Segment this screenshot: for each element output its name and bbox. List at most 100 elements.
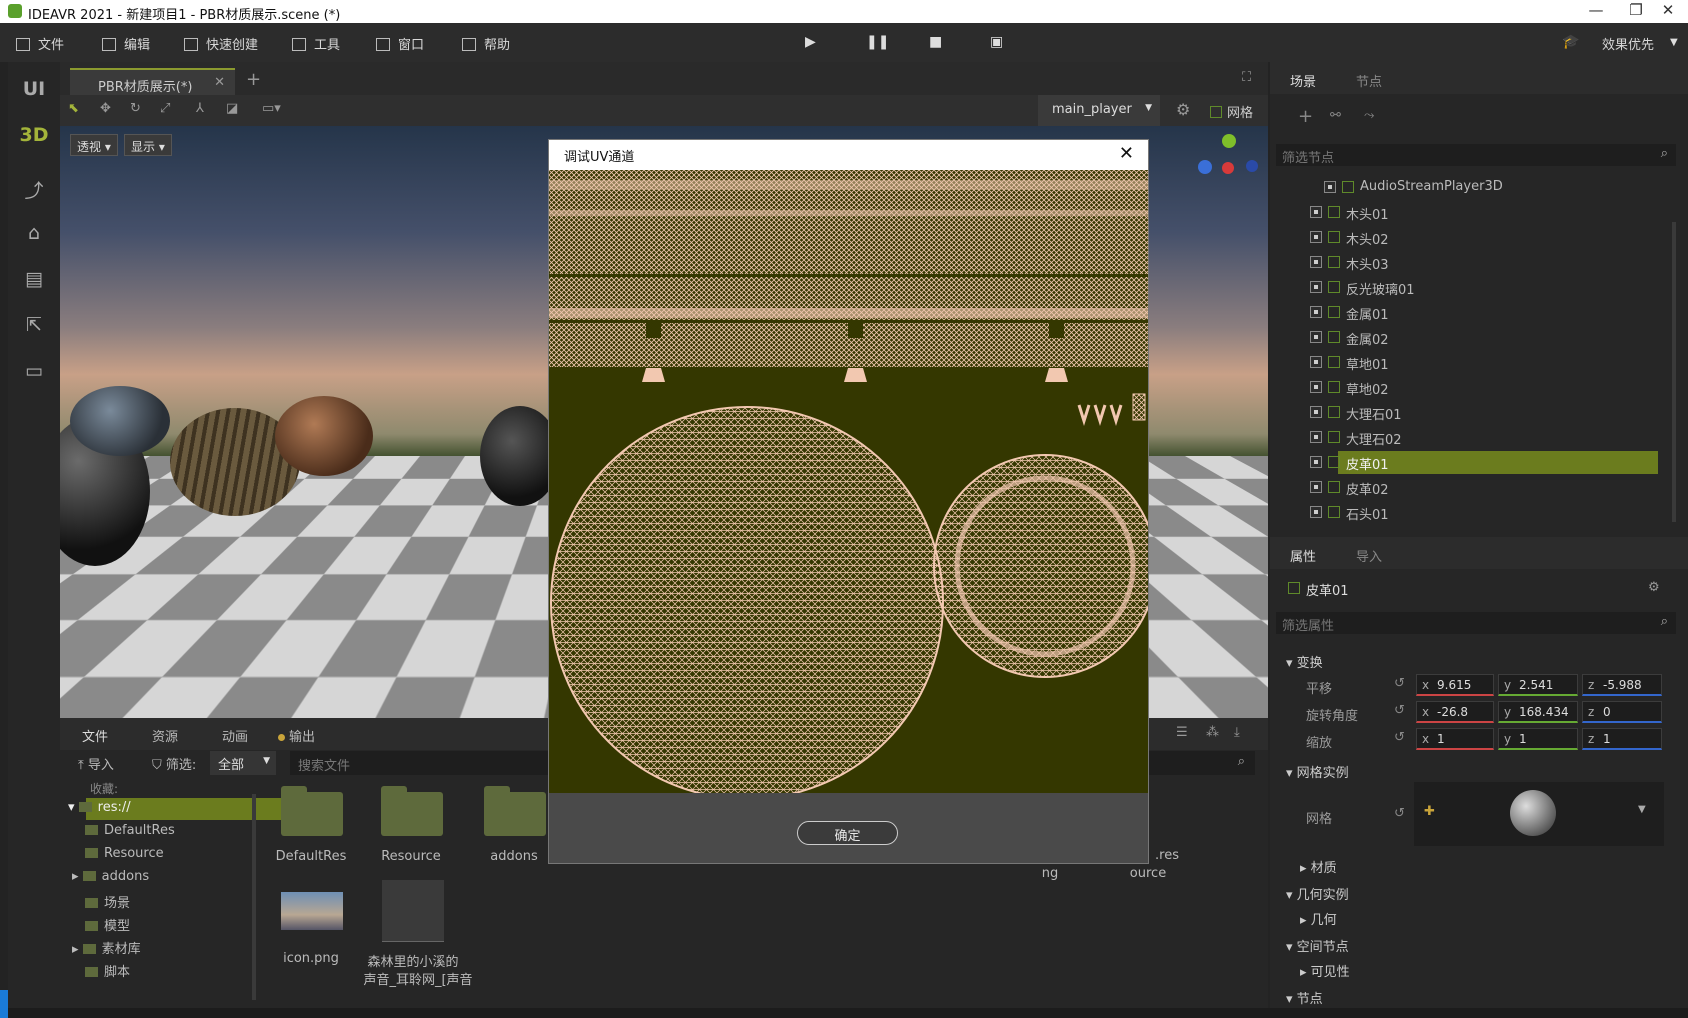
tab-node[interactable]: 节点 — [1356, 71, 1382, 90]
section-node[interactable]: ▾ 节点 — [1286, 988, 1323, 1007]
scene-tree-item[interactable]: 金属02 — [1270, 326, 1670, 349]
menu-window[interactable]: 窗口 — [376, 34, 424, 53]
scene-tree-item[interactable]: AudioStreamPlayer3D — [1270, 176, 1670, 199]
section-visibility[interactable]: ▸ 可见性 — [1300, 961, 1350, 980]
filter-select[interactable]: 全部 ▼ — [210, 751, 276, 775]
visibility-checkbox[interactable] — [1310, 306, 1322, 318]
search-icon[interactable]: ⌕ — [1661, 146, 1668, 161]
visibility-checkbox[interactable] — [1310, 206, 1322, 218]
store-icon[interactable]: ⌂ — [8, 222, 60, 244]
reset-icon[interactable]: ↺ — [1394, 730, 1405, 745]
scale-tool-icon[interactable]: ⤢ — [160, 101, 170, 116]
visibility-checkbox[interactable] — [1310, 456, 1322, 468]
tree-item-scenes[interactable]: 场景 — [85, 892, 130, 911]
tab-animation[interactable]: 动画 — [222, 726, 248, 745]
menu-quick-create[interactable]: 快速创建 — [184, 34, 258, 53]
3d-mode-button[interactable]: 3D — [8, 124, 60, 146]
reset-icon[interactable]: ↺ — [1394, 806, 1405, 821]
menu-tools[interactable]: 工具 — [292, 34, 340, 53]
tree-scrollbar[interactable] — [252, 794, 256, 1000]
rotate-x-field[interactable]: x -26.8 — [1416, 701, 1494, 723]
grid-view-icon[interactable]: ⁂ — [1206, 725, 1219, 740]
node-filter-input[interactable]: 筛选节点 ⌕ — [1276, 144, 1676, 166]
gizmo-neg-z-icon[interactable] — [1246, 160, 1258, 172]
scene-tree-item[interactable]: 反光玻璃01 — [1270, 276, 1670, 299]
import-button[interactable]: ⤒ 导入 — [78, 754, 114, 773]
movie-icon[interactable]: ▣ — [990, 34, 1003, 50]
scale-y-field[interactable]: y1 — [1498, 728, 1578, 750]
tree-item-scripts[interactable]: 脚本 — [85, 961, 130, 980]
reset-icon[interactable]: ↺ — [1394, 703, 1405, 718]
search-icon[interactable]: ⌕ — [1661, 614, 1668, 629]
visibility-checkbox[interactable] — [1310, 356, 1322, 368]
chevron-down-icon[interactable]: ▼ — [1638, 804, 1646, 815]
translate-x-field[interactable]: x 9.615 — [1416, 674, 1494, 696]
path-icon[interactable]: ⤴ — [8, 176, 60, 203]
select-tool-icon[interactable]: ⬉ — [68, 101, 79, 116]
gizmo-z-icon[interactable] — [1198, 160, 1212, 174]
quality-select[interactable]: 效果优先 — [1602, 34, 1654, 53]
scene-tree-item[interactable]: 草地01 — [1270, 351, 1670, 374]
gizmo-x-icon[interactable] — [1222, 162, 1234, 174]
add-node-icon[interactable]: + — [1298, 106, 1313, 127]
audio-thumbnail[interactable] — [382, 880, 444, 942]
sphere-wood-2[interactable] — [275, 396, 373, 476]
section-spatial[interactable]: ▾ 空间节点 — [1286, 936, 1349, 955]
visibility-checkbox[interactable] — [1310, 256, 1322, 268]
tab-import[interactable]: 导入 — [1356, 546, 1382, 565]
link-icon[interactable]: ⚯ — [1330, 108, 1341, 123]
section-geometry[interactable]: ▸ 几何 — [1300, 909, 1337, 928]
move-tool-icon[interactable]: ✥ — [100, 101, 111, 116]
scene-tree-item[interactable]: 大理石01 — [1270, 401, 1670, 424]
visibility-checkbox[interactable] — [1310, 506, 1322, 518]
rotate-y-field[interactable]: y 168.434 — [1498, 701, 1578, 723]
close-window-icon[interactable]: ✕ — [1648, 1, 1688, 23]
tab-pbr-scene[interactable]: PBR材质展示(*) ✕ — [70, 68, 235, 95]
property-filter-input[interactable]: 筛选属性 ⌕ — [1276, 612, 1676, 634]
scene-tree-item[interactable]: 大理石02 — [1270, 426, 1670, 449]
scene-tree-item[interactable]: 皮革01 — [1270, 451, 1670, 474]
axis-gizmo[interactable] — [1198, 134, 1260, 196]
tree-item-resource[interactable]: Resource — [85, 846, 164, 861]
scene-tree-item[interactable]: 石头01 — [1270, 501, 1670, 524]
ruler-icon[interactable]: ▭▾ — [262, 101, 281, 116]
tab-resources[interactable]: 资源 — [152, 726, 178, 745]
visibility-checkbox[interactable] — [1310, 406, 1322, 418]
tab-output[interactable]: 输出 — [278, 726, 315, 745]
tree-item-models[interactable]: 模型 — [85, 915, 130, 934]
tree-item-defaultres[interactable]: DefaultRes — [85, 823, 175, 838]
visibility-checkbox[interactable] — [1310, 381, 1322, 393]
chevron-down-icon[interactable]: ▼ — [1670, 37, 1678, 48]
folder-addons-icon[interactable] — [484, 786, 546, 836]
camera-select[interactable]: main_player ▼ — [1038, 95, 1160, 126]
fullscreen-icon[interactable]: ⛶ — [1242, 70, 1251, 85]
section-material[interactable]: ▸ 材质 — [1300, 857, 1337, 876]
visibility-checkbox[interactable] — [1324, 181, 1336, 193]
stop-icon[interactable]: ■ — [929, 34, 942, 50]
close-tab-icon[interactable]: ✕ — [214, 75, 225, 90]
add-tab-icon[interactable]: + — [246, 69, 261, 90]
scene-tree-item[interactable]: 木头01 — [1270, 201, 1670, 224]
ui-mode-button[interactable]: UI — [8, 78, 60, 100]
mesh-resource-picker[interactable]: ✚ ▼ — [1414, 782, 1664, 846]
display-button[interactable]: 显示 ▾ — [124, 134, 172, 156]
ok-button[interactable]: 确定 — [797, 821, 898, 845]
rotate-z-field[interactable]: z0 — [1582, 701, 1662, 723]
rotate-tool-icon[interactable]: ↻ — [130, 101, 141, 116]
visibility-checkbox[interactable] — [1310, 231, 1322, 243]
pause-icon[interactable]: ❚❚ — [866, 34, 889, 50]
section-geometry-instance[interactable]: ▾ 几何实例 — [1286, 884, 1349, 903]
gear-icon[interactable]: ⚙ — [1176, 100, 1190, 119]
menu-file[interactable]: 文件 — [16, 34, 64, 53]
tab-properties[interactable]: 属性 — [1290, 546, 1316, 565]
minimize-icon[interactable]: — — [1576, 1, 1616, 23]
visibility-checkbox[interactable] — [1310, 331, 1322, 343]
menu-help[interactable]: 帮助 — [462, 34, 510, 53]
scene-tree-item[interactable]: 金属01 — [1270, 301, 1670, 324]
settings-panel-icon[interactable]: ▤ — [8, 268, 60, 290]
tree-item-res[interactable]: ▾ res:// — [68, 800, 131, 815]
export-icon[interactable]: ⇱ — [8, 314, 60, 336]
sphere-glass[interactable] — [70, 386, 170, 456]
download-icon[interactable]: ⤓ — [1234, 725, 1240, 740]
mesh-edit-icon[interactable]: ✚ — [1424, 804, 1435, 819]
